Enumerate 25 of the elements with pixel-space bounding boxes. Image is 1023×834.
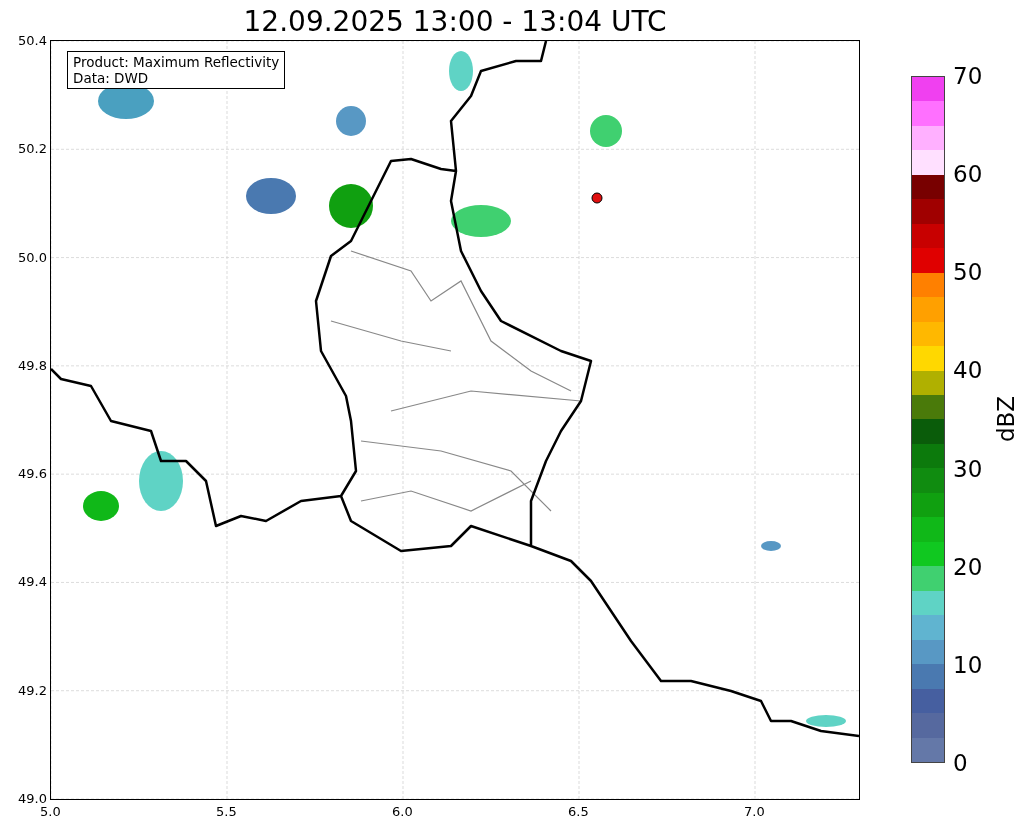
colorbar-tick-label: 60: [953, 161, 983, 188]
colorbar-tick-label: 40: [953, 357, 983, 384]
colorbar-tick-label: 0: [953, 750, 968, 776]
y-tick-label: 50.2: [17, 141, 47, 158]
x-tick-label: 6.5: [568, 804, 589, 820]
colorbar-tick-label: 10: [953, 651, 983, 678]
legend-text: Product: Maximum Reflectivity: [73, 54, 280, 70]
y-tick-label: 50.0: [17, 249, 47, 266]
x-tick-label: 7.0: [744, 804, 765, 820]
x-tick-label: 5.0: [40, 804, 61, 820]
x-tick-label: 5.5: [216, 804, 237, 820]
colorbar-label: dBZ: [993, 395, 1020, 443]
y-tick-label: 50.4: [17, 33, 47, 49]
y-tick-label: 49.8: [17, 357, 47, 374]
y-tick-label: 49.0: [17, 791, 47, 807]
y-tick-label: 49.6: [17, 466, 47, 483]
chart-title: 12.09.2025 13:00 - 13:04 UTC: [243, 4, 667, 40]
x-tick-label: 6.0: [392, 804, 413, 820]
colorbar-tick-label: 30: [953, 455, 983, 482]
colorbar-tick-label: 70: [953, 63, 983, 89]
y-tick-label: 49.4: [17, 574, 47, 591]
legend-text: Data: DWD: [73, 70, 150, 86]
colorbar-tick-label: 50: [953, 259, 983, 286]
colorbar-tick-label: 20: [953, 553, 983, 580]
y-tick-label: 49.2: [17, 682, 47, 699]
